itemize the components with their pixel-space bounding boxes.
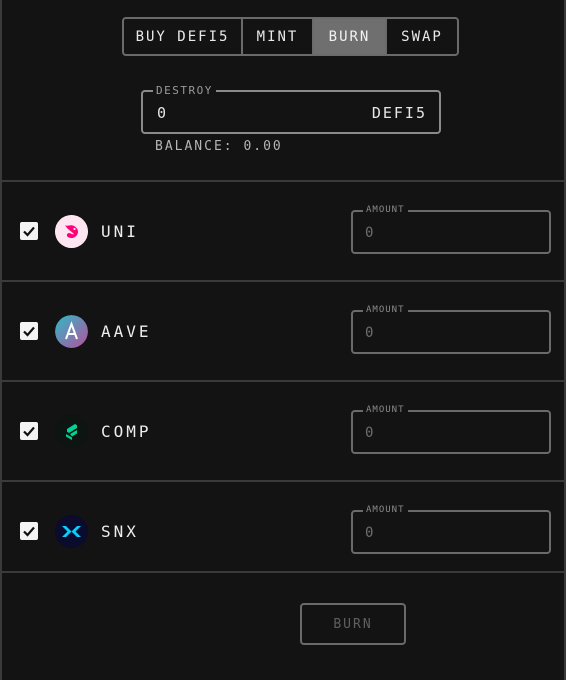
mode-tabs: BUY DEFI5 MINT BURN SWAP [122,17,459,56]
checkmark-icon [23,526,35,537]
token-name-aave: AAVE [101,322,152,341]
destroy-field[interactable]: DESTROY 0 DEFI5 [141,84,441,134]
compound-icon [55,415,88,448]
tab-swap[interactable]: SWAP [387,19,457,54]
token-row-uni: UNI AMOUNT [2,180,566,280]
uni-amount-input[interactable] [365,224,535,242]
destroy-value[interactable]: 0 [157,104,166,122]
comp-amount-input[interactable] [365,424,535,442]
aave-checkbox[interactable] [20,322,38,340]
checkmark-icon [23,226,35,237]
tab-burn[interactable]: BURN [314,19,387,54]
checkmark-icon [23,326,35,337]
amount-label: AMOUNT [363,505,408,515]
snx-amount-field[interactable]: AMOUNT [351,505,551,554]
uni-checkbox[interactable] [20,222,38,240]
synthetix-icon [55,515,88,548]
amount-label: AMOUNT [363,205,408,215]
aave-ghost-icon [55,315,88,348]
token-name-comp: COMP [101,422,152,441]
token-row-aave: AAVE AMOUNT [2,280,566,380]
comp-amount-field[interactable]: AMOUNT [351,405,551,454]
snx-amount-input[interactable] [365,524,535,542]
destroy-unit: DEFI5 [371,104,427,122]
amount-label: AMOUNT [363,305,408,315]
checkmark-icon [23,426,35,437]
token-name-snx: SNX [101,522,139,541]
token-list: UNI AMOUNT 0 AAVE AMOUNT 0 COMP AMOUNT 0… [2,180,566,573]
token-row-snx: SNX AMOUNT [2,480,566,573]
amount-label: AMOUNT [363,405,408,415]
tab-buy-defi5[interactable]: BUY DEFI5 [124,19,243,54]
aave-amount-input[interactable] [365,324,535,342]
snx-checkbox[interactable] [20,522,38,540]
tab-mint[interactable]: MINT [243,19,314,54]
burn-button[interactable]: BURN [300,603,406,645]
destroy-label: DESTROY [153,84,216,97]
uni-amount-field[interactable]: AMOUNT [351,205,551,254]
uniswap-unicorn-icon [55,215,88,248]
burn-panel: BUY DEFI5 MINT BURN SWAP DESTROY 0 DEFI5… [0,0,566,680]
comp-checkbox[interactable] [20,422,38,440]
aave-amount-field[interactable]: AMOUNT [351,305,551,354]
token-row-comp: COMP AMOUNT [2,380,566,480]
balance-text: BALANCE: 0.00 [155,139,283,154]
token-name-uni: UNI [101,222,139,241]
